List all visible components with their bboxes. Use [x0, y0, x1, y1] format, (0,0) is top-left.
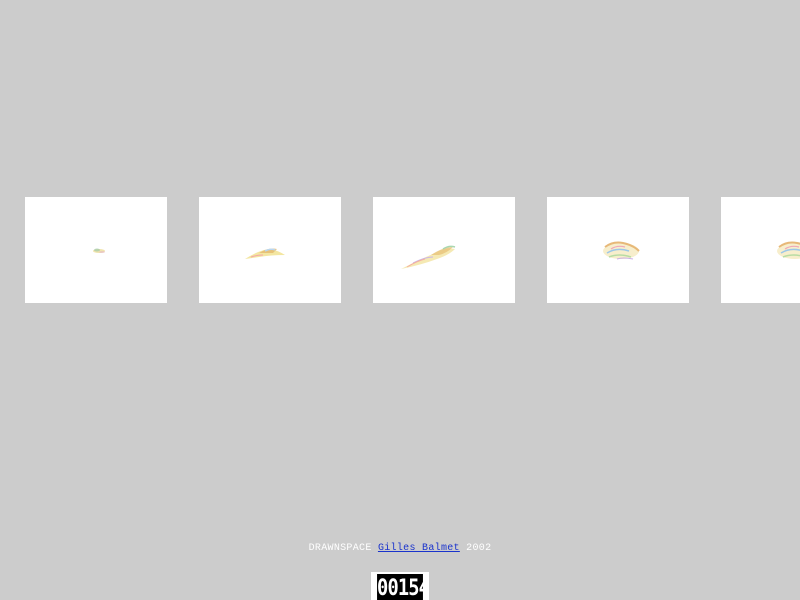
credit-year: 2002 — [466, 543, 492, 554]
drawing-4-image — [603, 241, 640, 260]
drawing-1-image — [93, 248, 105, 253]
author-link[interactable]: Gilles Balmet — [378, 543, 460, 554]
drawing-frame-2[interactable] — [199, 197, 341, 303]
drawing-frame-4[interactable] — [547, 197, 689, 303]
drawing-2-image — [245, 248, 285, 259]
counter-value: 001542 — [377, 574, 429, 600]
visit-counter: 001542 — [371, 572, 429, 600]
credit-prefix: DRAWNSPACE — [308, 543, 372, 554]
drawing-strip — [0, 197, 800, 304]
drawing-frame-1[interactable] — [25, 197, 167, 303]
credit-line: DRAWNSPACE Gilles Balmet 2002 — [0, 543, 800, 554]
drawing-frame-5[interactable] — [721, 197, 800, 303]
drawing-3-image — [401, 245, 456, 269]
drawing-frame-3[interactable] — [373, 197, 515, 303]
drawing-5-image — [777, 241, 800, 259]
